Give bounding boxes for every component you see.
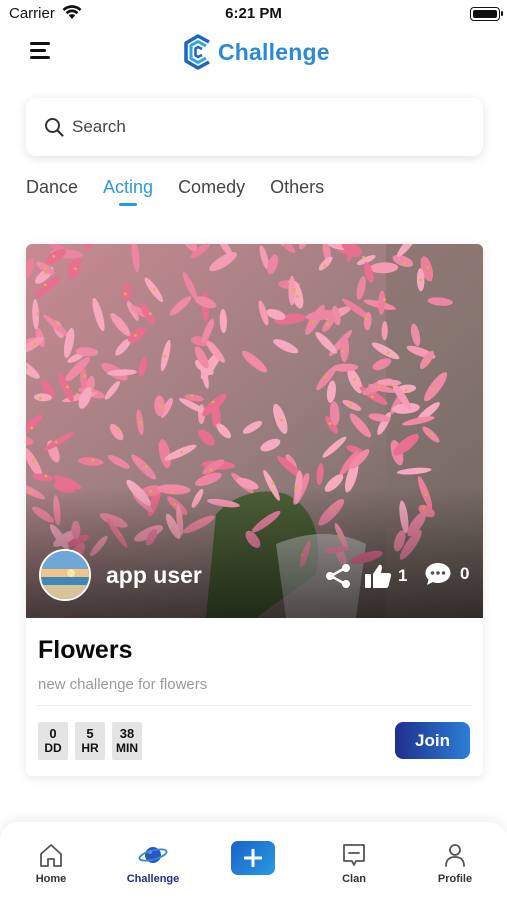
avatar[interactable] [39,549,91,601]
thumbs-up-icon [365,564,392,588]
pink-flowers-photo [26,244,483,618]
countdown-minutes-unit: MIN [116,741,138,755]
nav-label-clan: Clan [342,873,366,885]
countdown-hours: 5 HR [75,722,105,760]
search-icon [45,118,64,137]
countdown-hours-value: 5 [86,726,94,741]
countdown-days-unit: DD [44,741,62,755]
nav-item-clan[interactable]: Clan [309,840,399,885]
share-icon [326,564,350,588]
nav-item-home[interactable]: Home [6,840,96,885]
home-icon [40,844,62,867]
comment-icon [425,563,451,585]
username[interactable]: app user [106,562,202,589]
tab-acting[interactable]: Acting [103,177,153,211]
nav-label-profile: Profile [437,873,473,885]
challenge-card[interactable]: app user 1 0 Flowers new challenge for f… [26,244,483,776]
countdown-hours-unit: HR [81,741,99,755]
tab-others[interactable]: Others [270,177,324,211]
like-count: 1 [398,566,408,585]
add-challenge-button[interactable] [231,841,275,875]
join-button[interactable]: Join [395,722,470,759]
nav-item-challenge[interactable]: Challenge [108,840,198,885]
status-bar: Carrier 6:21 PM [0,0,507,28]
app-title: Challenge [218,38,330,65]
nav-label-challenge: Challenge [126,873,180,885]
challenge-logo-icon [184,34,210,70]
status-time: 6:21 PM [225,5,282,22]
countdown-days-value: 0 [49,726,57,741]
like-button[interactable]: 1 [364,562,407,590]
countdown-minutes: 38 MIN [112,722,142,760]
planet-icon [138,847,168,863]
tab-dance[interactable]: Dance [26,177,78,211]
challenge-image[interactable] [26,244,483,618]
comment-button[interactable]: 0 [424,561,469,587]
battery-icon [470,7,503,21]
card-divider [36,705,473,706]
tab-comedy[interactable]: Comedy [178,177,245,211]
countdown-minutes-value: 38 [119,726,135,741]
app-logo: Challenge [182,33,330,71]
nav-label-home: Home [35,873,67,885]
comment-count: 0 [460,564,470,583]
person-icon [445,844,465,867]
nav-item-profile[interactable]: Profile [410,840,500,885]
countdown-days: 0 DD [38,722,68,760]
hamburger-menu-icon[interactable] [28,40,52,62]
challenge-description: new challenge for flowers [38,676,208,693]
plus-icon [244,849,262,867]
search-bar[interactable] [26,98,483,156]
bottom-navigation: Home Challenge Clan Profile [0,822,507,900]
chat-box-icon [343,844,365,866]
countdown-timer: 0 DD 5 HR 38 MIN [38,722,149,760]
search-input[interactable] [72,117,452,137]
challenge-title: Flowers [38,636,133,664]
share-button[interactable] [324,563,352,594]
category-tabs: Dance Acting Comedy Others [26,177,349,211]
